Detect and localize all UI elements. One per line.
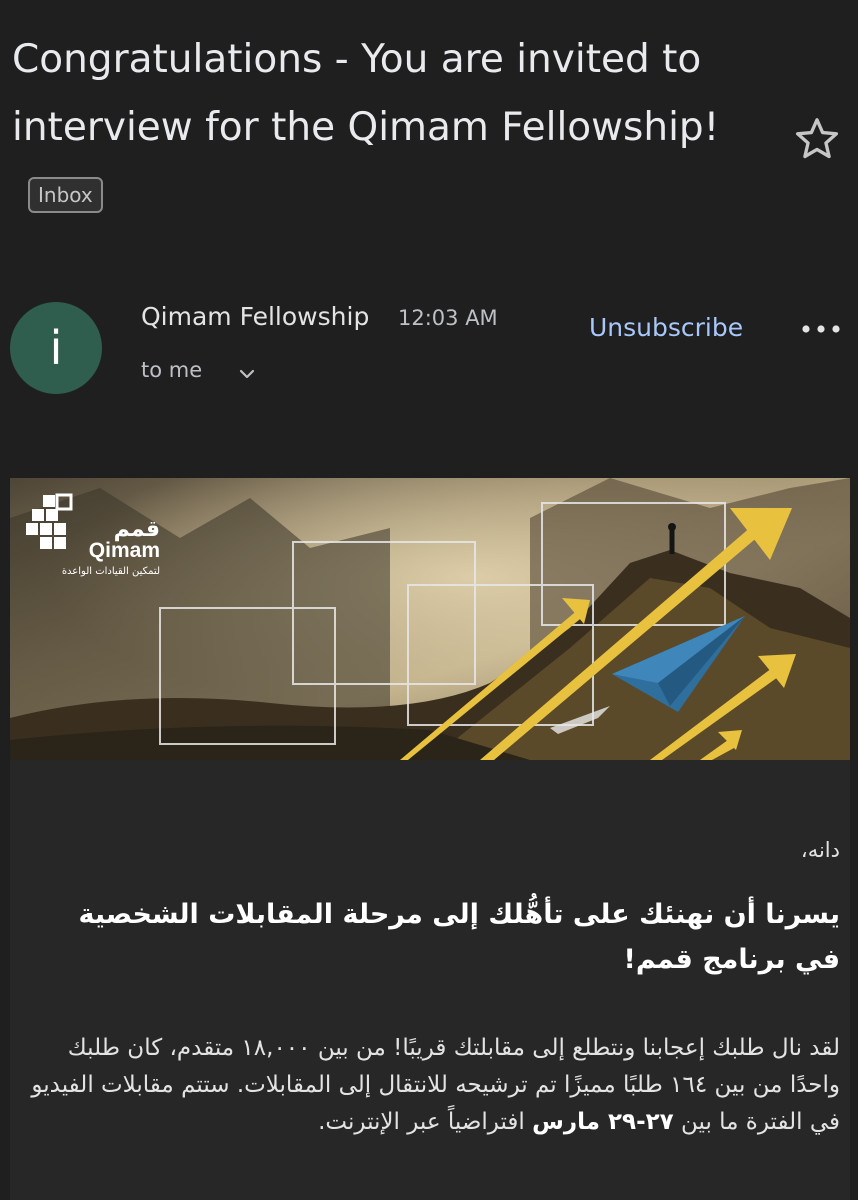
logo-latin: Qimam <box>89 539 160 562</box>
recipient-label[interactable]: to me <box>141 358 202 382</box>
more-horizontal-icon[interactable] <box>800 320 842 338</box>
sender-name[interactable]: Qimam Fellowship <box>141 302 369 331</box>
email-time: 12:03 AM <box>398 306 498 330</box>
chevron-down-icon[interactable] <box>237 366 257 382</box>
email-headline: يسرنا أن نهنئك على تأهُّلك إلى مرحلة الم… <box>78 899 840 975</box>
logo-tagline: لتمكين القيادات الواعدة <box>62 566 160 577</box>
qimam-banner-image: قمم Qimam لتمكين القيادات الواعدة <box>10 478 850 760</box>
banner-illustration: قمم Qimam لتمكين القيادات الواعدة <box>10 478 850 760</box>
email-body: دانه، يسرنا أن نهنئك على تأهُّلك إلى مرح… <box>10 760 850 1200</box>
paragraph-part2: افتراضياً عبر الإنترنت. <box>318 1109 533 1135</box>
unsubscribe-link[interactable]: Unsubscribe <box>589 313 743 342</box>
inbox-label-badge[interactable]: Inbox <box>28 177 103 213</box>
sender-avatar[interactable]: i <box>10 302 102 394</box>
subject-text: Congratulations - You are invited to int… <box>12 37 720 150</box>
email-paragraph: لقد نال طلبك إعجابنا ونتطلع إلى مقابلتك … <box>25 1030 840 1141</box>
email-view: Congratulations - You are invited to int… <box>0 0 858 1200</box>
star-icon[interactable] <box>792 114 842 164</box>
paragraph-bold-dates: ٢٧-٢٩ مارس <box>532 1109 674 1135</box>
email-subject: Congratulations - You are invited to int… <box>12 26 752 230</box>
email-greeting: دانه، <box>800 838 840 862</box>
